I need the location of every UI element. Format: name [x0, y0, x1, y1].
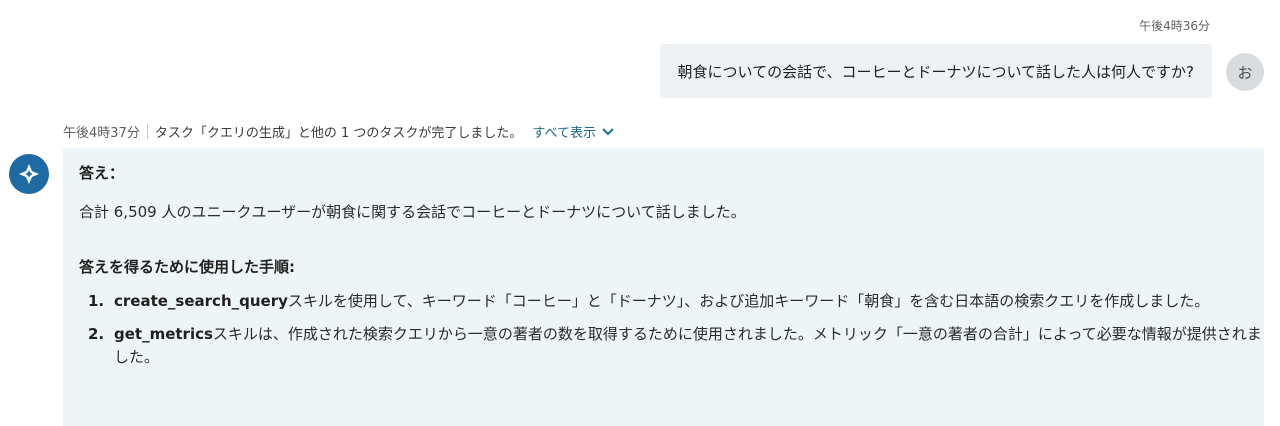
show-all-link[interactable]: すべて表示 — [532, 122, 614, 141]
answer-panel: 答え： 合計 6,509 人のユニークユーザーが朝食に関する会話でコーヒーとドー… — [63, 148, 1264, 426]
status-time: 午後4時37分 — [63, 126, 140, 141]
steps-heading: 答えを得るために使用した手順: — [79, 258, 296, 276]
step-description: スキルは、作成された検索クエリから一意の著者の数を取得するために使用されました。… — [114, 325, 1262, 366]
status-text: タスク「クエリの生成」と他の 1 つのタスクが完了しました。 — [154, 126, 523, 141]
step-item: 2. get_metricsスキルは、作成された検索クエリから一意の著者の数を取… — [79, 323, 1264, 369]
step-skill-name: get_metrics — [114, 325, 213, 343]
answer-body: 合計 6,509 人のユニークユーザーが朝食に関する会話でコーヒーとドーナツにつ… — [79, 203, 746, 221]
show-all-label: すべて表示 — [532, 126, 596, 141]
step-item: 1. create_search_queryスキルを使用して、キーワード「コーヒ… — [79, 290, 1264, 313]
step-text: create_search_queryスキルを使用して、キーワード「コーヒー」と… — [114, 290, 1264, 313]
steps-list: 1. create_search_queryスキルを使用して、キーワード「コーヒ… — [79, 290, 1264, 369]
step-number: 2. — [88, 325, 105, 343]
user-message-time: 午後4時36分 — [1139, 19, 1210, 33]
assistant-sparkle-icon — [9, 154, 49, 194]
user-message-text: 朝食についての会話で、コーヒーとドーナツについて話した人は何人ですか? — [677, 62, 1194, 81]
step-text: get_metricsスキルは、作成された検索クエリから一意の著者の数を取得する… — [114, 323, 1264, 369]
user-message-bubble: 朝食についての会話で、コーヒーとドーナツについて話した人は何人ですか? — [659, 44, 1212, 98]
answer-heading: 答え： — [79, 164, 125, 182]
status-divider — [146, 124, 148, 139]
step-description: スキルを使用して、キーワード「コーヒー」と「ドーナツ」、および追加キーワード「朝… — [287, 292, 1210, 310]
task-status-line: 午後4時37分 タスク「クエリの生成」と他の 1 つのタスクが完了しました。 す… — [63, 122, 614, 141]
user-avatar: お — [1226, 53, 1264, 91]
step-number: 1. — [88, 292, 105, 310]
chevron-down-icon — [602, 127, 614, 135]
step-skill-name: create_search_query — [114, 292, 288, 310]
